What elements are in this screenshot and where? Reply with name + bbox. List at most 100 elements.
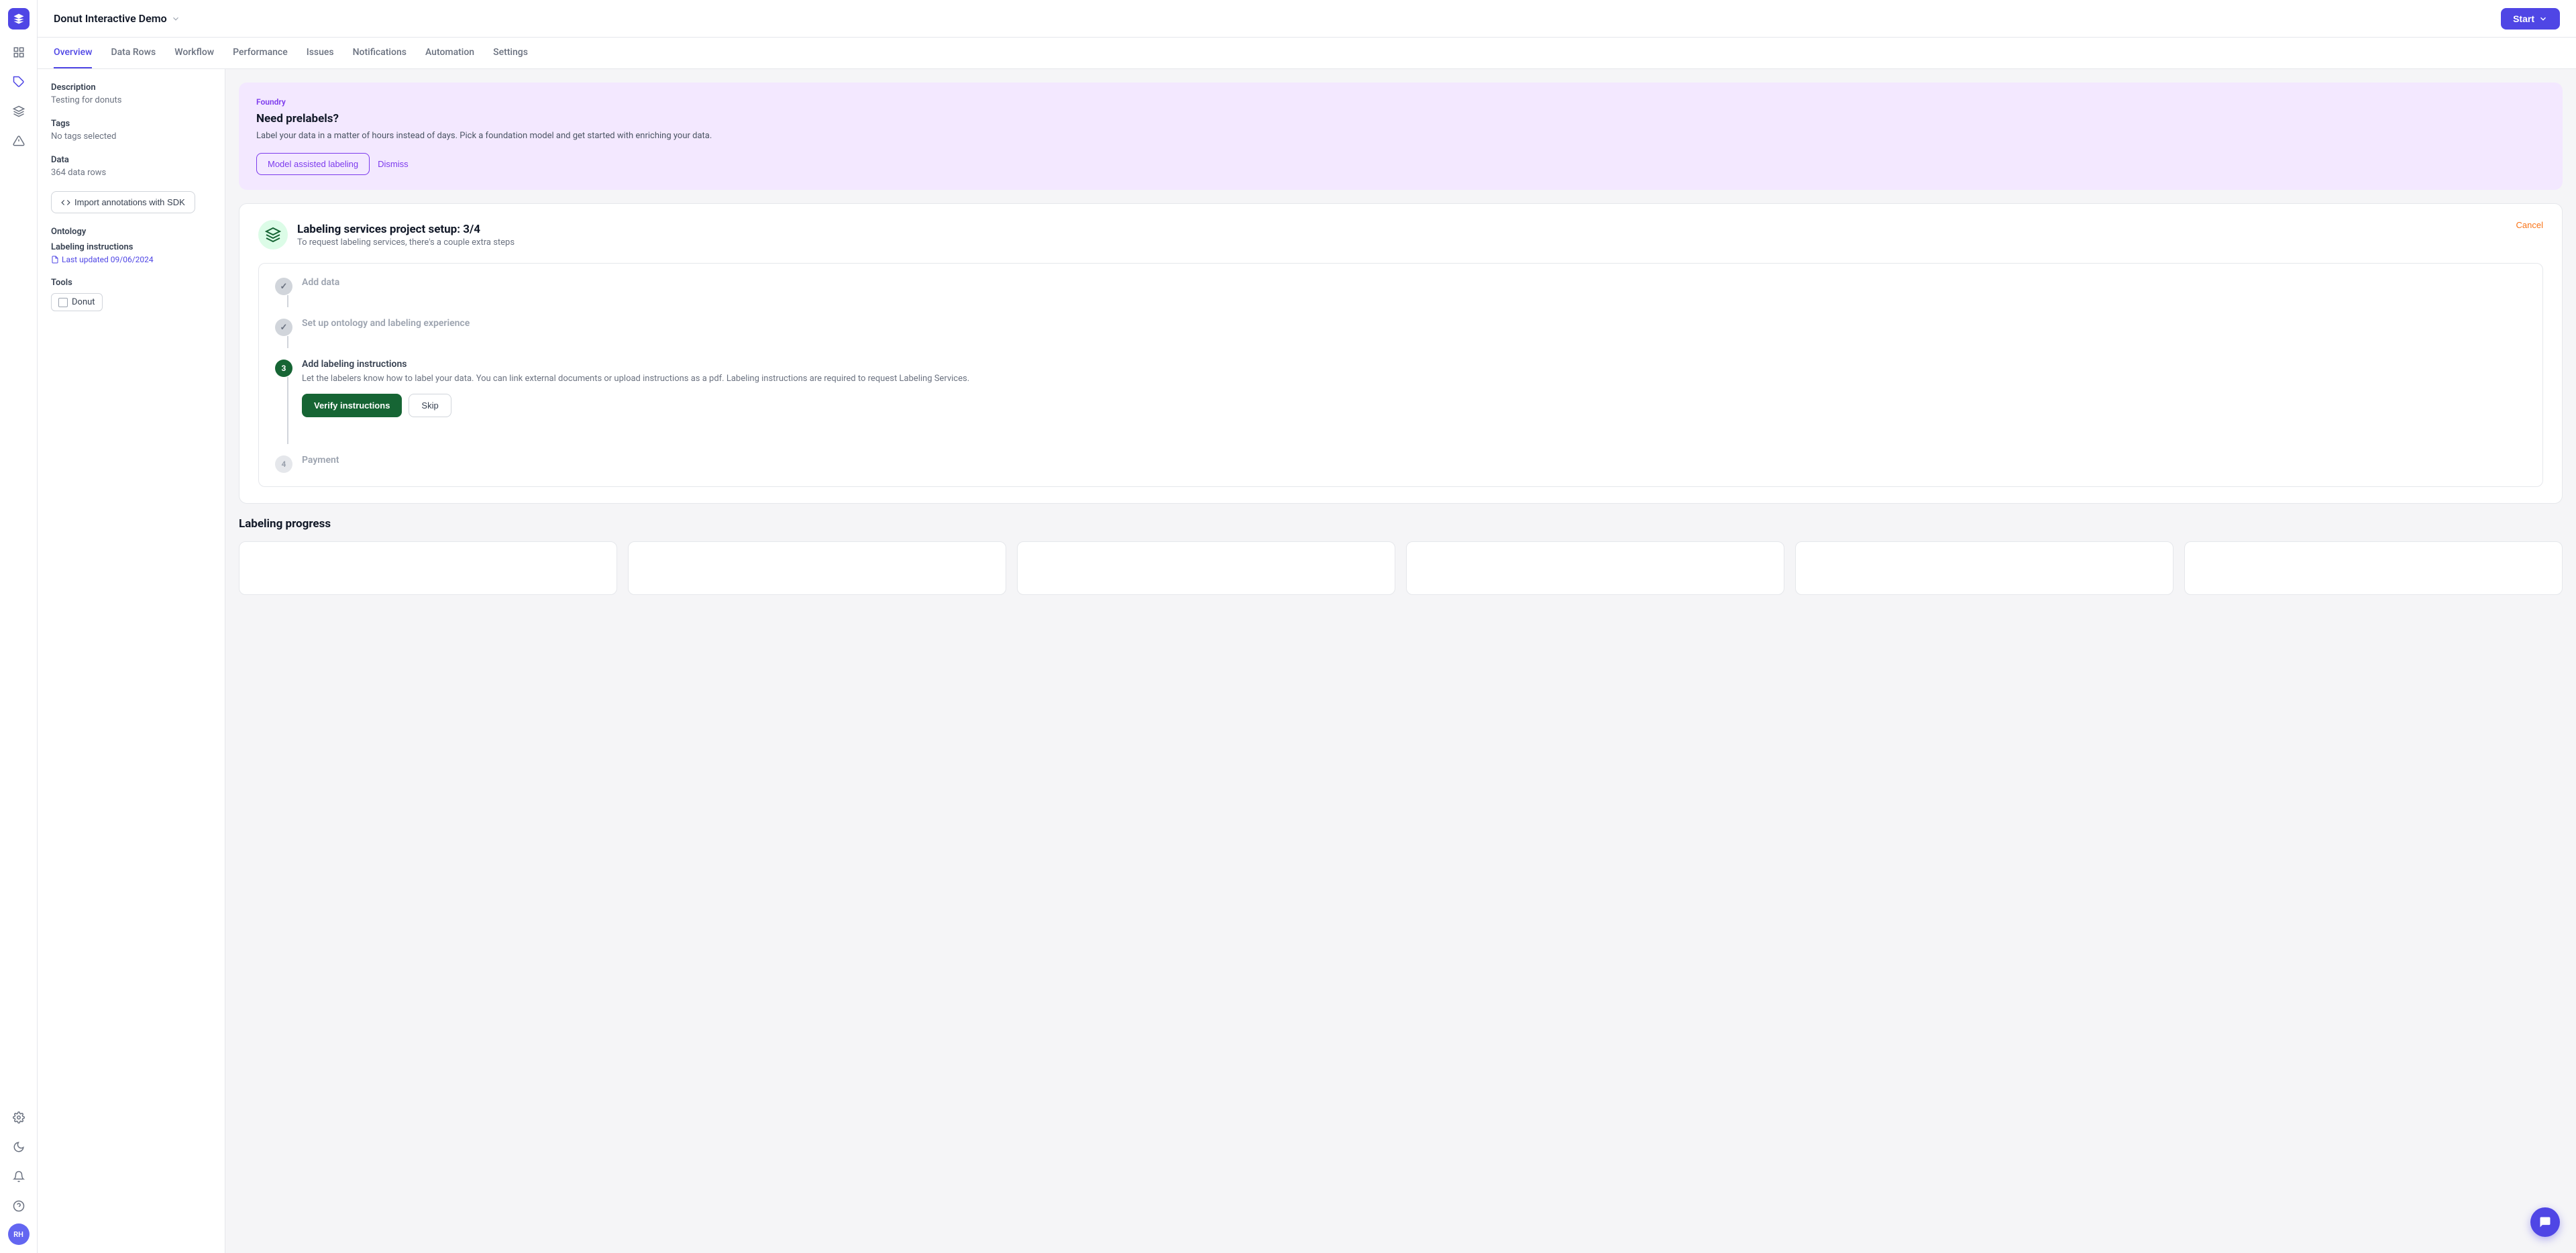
- app-logo[interactable]: [8, 8, 30, 30]
- setup-header: Labeling services project setup: 3/4 To …: [258, 220, 2543, 250]
- import-icon: [61, 198, 70, 207]
- step-3-content: Add labeling instructions Let the labele…: [302, 359, 2526, 417]
- tools-label: Tools: [51, 278, 211, 288]
- tab-automation[interactable]: Automation: [425, 38, 474, 68]
- chat-bubble-button[interactable]: [2530, 1207, 2560, 1237]
- import-annotations-button[interactable]: Import annotations with SDK: [51, 191, 195, 213]
- progress-card-6: [2184, 541, 2563, 595]
- verify-instructions-button[interactable]: Verify instructions: [302, 394, 402, 417]
- description-section: Description Testing for donuts: [51, 83, 211, 105]
- setup-icon: [258, 220, 288, 250]
- description-label: Description: [51, 83, 211, 93]
- description-value: Testing for donuts: [51, 95, 211, 105]
- tab-settings[interactable]: Settings: [493, 38, 528, 68]
- tags-value: No tags selected: [51, 131, 211, 142]
- tab-notifications[interactable]: Notifications: [353, 38, 407, 68]
- import-btn-label: Import annotations with SDK: [74, 197, 185, 207]
- model-assisted-labeling-button[interactable]: Model assisted labeling: [256, 153, 370, 175]
- foundry-desc: Label your data in a matter of hours ins…: [256, 131, 2545, 141]
- dismiss-button[interactable]: Dismiss: [378, 159, 409, 169]
- document-icon: [51, 256, 59, 264]
- tools-section: Tools Donut: [51, 278, 211, 311]
- content-area: Description Testing for donuts Tags No t…: [38, 69, 2576, 1253]
- steps-container: Add data Set up ontology and labeling ex…: [258, 263, 2543, 487]
- foundry-card: Foundry Need prelabels? Label your data …: [239, 83, 2563, 190]
- tool-box-icon: [58, 298, 68, 307]
- progress-card-3: [1017, 541, 1395, 595]
- step-3-indicator: 3: [275, 360, 292, 377]
- title-text: Donut Interactive Demo: [54, 12, 167, 25]
- sidebar-bottom: RH: [7, 1105, 31, 1245]
- data-value: 364 data rows: [51, 168, 211, 178]
- step-2-content: Set up ontology and labeling experience: [302, 318, 2526, 331]
- step-2-connector: [287, 336, 288, 348]
- step-1-title: Add data: [302, 277, 2526, 288]
- instructions-date-text: Last updated 09/06/2024: [62, 255, 154, 264]
- tab-performance[interactable]: Performance: [233, 38, 288, 68]
- progress-section: Labeling progress: [239, 517, 2563, 595]
- setup-subtitle: To request labeling services, there's a …: [297, 237, 515, 248]
- tab-data-rows[interactable]: Data Rows: [111, 38, 156, 68]
- ontology-label: Ontology: [51, 227, 211, 237]
- setup-header-left: Labeling services project setup: 3/4 To …: [258, 220, 515, 250]
- step-2-row: Set up ontology and labeling experience: [275, 318, 2526, 348]
- tag-icon[interactable]: [7, 70, 31, 94]
- foundry-tag: Foundry: [256, 97, 2545, 107]
- progress-cards: [239, 541, 2563, 595]
- bell-icon[interactable]: [7, 1164, 31, 1189]
- settings-icon[interactable]: [7, 1105, 31, 1130]
- ontology-section: Ontology Labeling instructions Last upda…: [51, 227, 211, 264]
- start-chevron-icon: [2538, 14, 2548, 23]
- main-content: Donut Interactive Demo Start Overview Da…: [38, 0, 2576, 1253]
- tab-overview[interactable]: Overview: [54, 38, 92, 68]
- step-3-connector: [287, 377, 288, 444]
- step-1-content: Add data: [302, 277, 2526, 290]
- grid-icon[interactable]: [7, 40, 31, 64]
- right-content: Foundry Need prelabels? Label your data …: [225, 69, 2576, 1253]
- setup-title-group: Labeling services project setup: 3/4 To …: [297, 223, 515, 248]
- setup-card: Labeling services project setup: 3/4 To …: [239, 203, 2563, 504]
- user-avatar[interactable]: RH: [8, 1223, 30, 1245]
- chat-icon: [2538, 1215, 2552, 1229]
- step-3-desc: Let the labelers know how to label your …: [302, 372, 2526, 386]
- step-1-connector: [287, 295, 288, 307]
- step-4-row: 4 Payment: [275, 455, 2526, 473]
- progress-card-5: [1795, 541, 2174, 595]
- start-button[interactable]: Start: [2501, 8, 2560, 30]
- step-3-title: Add labeling instructions: [302, 359, 2526, 370]
- tab-issues[interactable]: Issues: [307, 38, 334, 68]
- cancel-button[interactable]: Cancel: [2516, 220, 2543, 230]
- tags-section: Tags No tags selected: [51, 119, 211, 142]
- tool-name: Donut: [72, 297, 95, 307]
- instructions-date-link[interactable]: Last updated 09/06/2024: [51, 255, 211, 264]
- chevron-down-icon: [171, 14, 180, 23]
- foundry-actions: Model assisted labeling Dismiss: [256, 153, 2545, 175]
- start-label: Start: [2513, 13, 2534, 24]
- step-4-indicator: 4: [275, 455, 292, 473]
- progress-card-4: [1406, 541, 1784, 595]
- help-icon[interactable]: [7, 1194, 31, 1218]
- left-panel: Description Testing for donuts Tags No t…: [38, 69, 225, 1253]
- foundry-title: Need prelabels?: [256, 112, 2545, 125]
- data-section: Data 364 data rows: [51, 155, 211, 178]
- sidebar: RH: [0, 0, 38, 1253]
- project-title[interactable]: Donut Interactive Demo: [54, 12, 180, 25]
- nav-tabs: Overview Data Rows Workflow Performance …: [38, 38, 2576, 69]
- layers-icon[interactable]: [7, 99, 31, 123]
- skip-button[interactable]: Skip: [409, 394, 451, 417]
- step-4-title: Payment: [302, 455, 2526, 466]
- data-label: Data: [51, 155, 211, 165]
- progress-card-2: [628, 541, 1006, 595]
- step-2-title: Set up ontology and labeling experience: [302, 318, 2526, 329]
- step-1-row: Add data: [275, 277, 2526, 307]
- warning-icon[interactable]: [7, 129, 31, 153]
- step-3-actions: Verify instructions Skip: [302, 394, 2526, 417]
- step-2-indicator: [275, 319, 292, 336]
- step-3-row: 3 Add labeling instructions Let the labe…: [275, 359, 2526, 444]
- moon-icon[interactable]: [7, 1135, 31, 1159]
- tags-label: Tags: [51, 119, 211, 129]
- step-4-content: Payment: [302, 455, 2526, 468]
- tab-workflow[interactable]: Workflow: [174, 38, 214, 68]
- instructions-label: Labeling instructions: [51, 242, 211, 252]
- setup-title: Labeling services project setup: 3/4: [297, 223, 515, 236]
